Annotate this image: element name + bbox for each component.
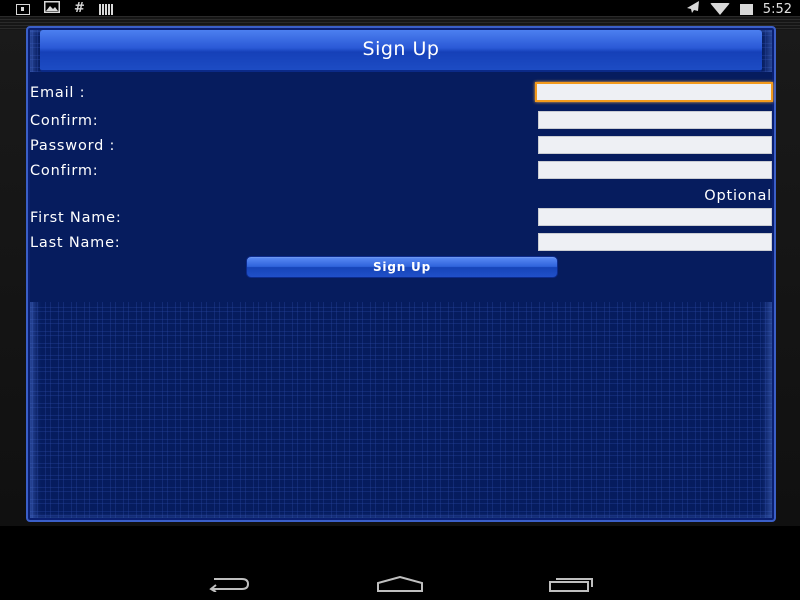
first-name-field[interactable] [538,208,772,226]
confirm-password-field[interactable] [538,161,772,179]
status-clock: 5:52 [762,1,792,17]
confirm-password-label: Confirm: [30,163,99,179]
download-icon [16,3,30,15]
status-left-icons: # [16,1,113,17]
back-icon[interactable] [206,576,252,593]
recent-apps-icon[interactable] [548,576,596,592]
status-bar: # 5:52 [0,0,800,17]
title-bar: Sign Up [40,30,762,72]
home-icon[interactable] [376,575,424,592]
hash-icon: # [74,1,85,16]
page-title: Sign Up [362,38,440,60]
navigation-bar [0,526,800,600]
signup-panel: Sign Up Email : Confirm: Password : Conf… [26,26,776,522]
wifi-icon [709,3,730,15]
email-field[interactable] [535,82,773,102]
password-label: Password : [30,138,116,154]
password-field[interactable] [538,136,772,154]
device-screen: # 5:52 Sign Up Email : Confirm: Password… [0,0,800,600]
optional-label: Optional [704,188,772,204]
confirm-email-field[interactable] [538,111,772,129]
last-name-field[interactable] [538,233,772,251]
email-label: Email : [30,85,86,101]
sign-up-button[interactable]: Sign Up [246,256,558,278]
confirm-email-label: Confirm: [30,113,99,129]
signal-bars-icon [98,3,113,15]
battery-icon [739,3,753,15]
first-name-label: First Name: [30,210,122,226]
last-name-label: Last Name: [30,235,121,251]
image-icon [44,1,60,17]
